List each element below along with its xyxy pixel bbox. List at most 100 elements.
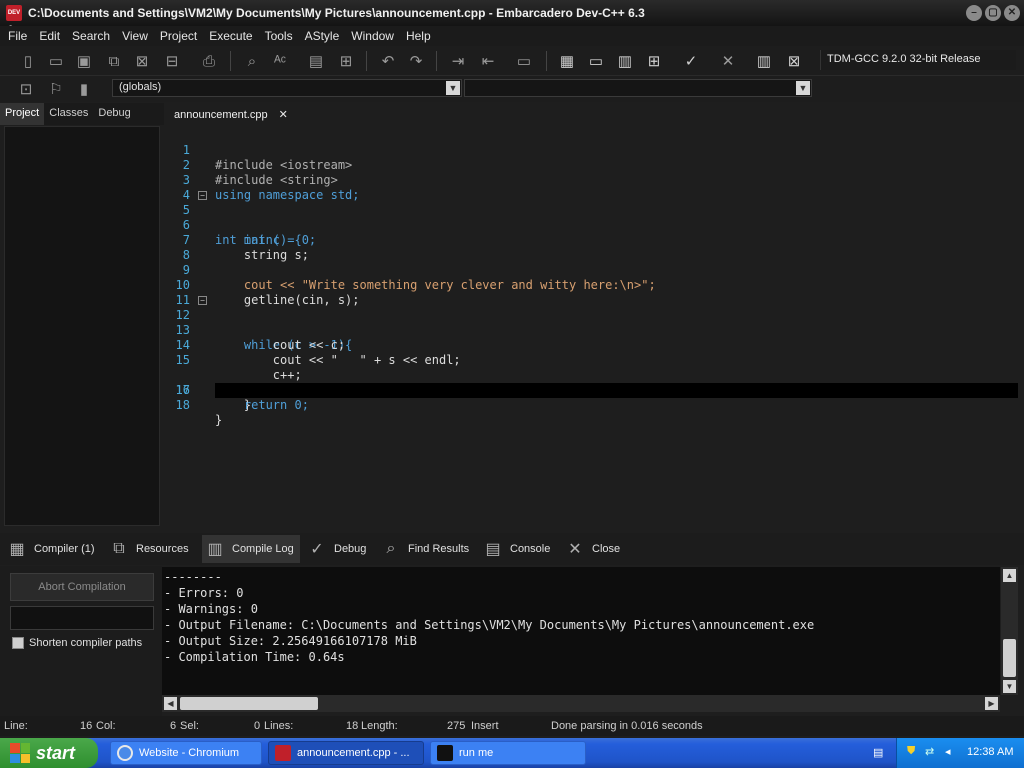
- code-line: 13 cout << c;: [166, 308, 1018, 352]
- close-tab-icon[interactable]: ✕: [279, 108, 288, 121]
- menu-edit[interactable]: Edit: [33, 29, 66, 43]
- redo-icon[interactable]: ↷: [404, 50, 428, 72]
- minimize-button[interactable]: –: [966, 5, 982, 21]
- taskbar-item-run-me[interactable]: run me: [430, 741, 586, 765]
- toggle-bookmark-icon[interactable]: ⊞: [334, 50, 358, 72]
- run-icon[interactable]: ▭: [584, 50, 608, 72]
- tab-debug[interactable]: Debug: [93, 103, 135, 125]
- bookmark-icon[interactable]: ⚐: [44, 78, 68, 100]
- bottom-panel-tabs: ▦ Compiler (1) ⧉ Resources ▥ Compile Log…: [0, 533, 1024, 565]
- status-mode: Insert: [471, 720, 499, 732]
- save-icon[interactable]: ▣: [72, 50, 96, 72]
- code-line: 10 getline(cin, s);: [166, 263, 1018, 307]
- syntax-check-icon[interactable]: ✓: [679, 50, 703, 72]
- status-line-value: 16: [80, 720, 93, 732]
- menu-search[interactable]: Search: [66, 29, 116, 43]
- scroll-thumb[interactable]: [180, 697, 318, 710]
- compile-run-icon[interactable]: ▥: [613, 50, 637, 72]
- print-icon[interactable]: ⎙: [197, 50, 221, 72]
- fold-toggle-icon[interactable]: −: [198, 191, 207, 200]
- comment-icon[interactable]: ▭: [512, 50, 536, 72]
- menu-astyle[interactable]: AStyle: [299, 29, 346, 43]
- delete-profile-icon[interactable]: ⊠: [782, 50, 806, 72]
- tab-debug-bottom[interactable]: ✓ Debug: [304, 535, 372, 563]
- close-file-icon[interactable]: ⊠: [130, 50, 154, 72]
- restore-button[interactable]: ▢: [985, 5, 1001, 21]
- log-line: --------: [164, 570, 222, 584]
- chevron-down-icon[interactable]: ▼: [446, 81, 460, 95]
- scroll-thumb[interactable]: [1003, 639, 1016, 677]
- menu-help[interactable]: Help: [400, 29, 437, 43]
- taskbar-item-chromium[interactable]: Website - Chromium: [110, 741, 262, 765]
- tab-close[interactable]: ✕ Close: [562, 535, 626, 563]
- tab-find-results[interactable]: ⌕ Find Results: [378, 535, 475, 563]
- scope-combo[interactable]: (globals) ▼: [112, 79, 462, 97]
- menu-project[interactable]: Project: [154, 29, 203, 43]
- status-message: Done parsing in 0.016 seconds: [551, 720, 703, 732]
- code-text: }: [215, 413, 223, 427]
- start-button[interactable]: start: [0, 738, 98, 768]
- abort-compilation-button[interactable]: Abort Compilation: [10, 573, 154, 601]
- undo-icon[interactable]: ↶: [376, 50, 400, 72]
- taskbar: start Website - Chromium announcement.cp…: [0, 738, 1024, 768]
- insert-icon[interactable]: ⊡: [14, 78, 38, 100]
- project-tree[interactable]: [4, 126, 160, 526]
- log-vertical-scrollbar[interactable]: ▲ ▼: [1001, 567, 1018, 695]
- clock[interactable]: 12:38 AM: [967, 746, 1013, 758]
- menu-file[interactable]: File: [2, 29, 33, 43]
- menu-window[interactable]: Window: [345, 29, 400, 43]
- tab-announcement-cpp[interactable]: announcement.cpp ✕: [170, 105, 292, 125]
- tab-compile-log[interactable]: ▥ Compile Log: [202, 535, 300, 563]
- save-all-icon[interactable]: ⧉: [102, 50, 126, 72]
- shorten-paths-option[interactable]: Shorten compiler paths: [12, 637, 142, 649]
- compile-icon[interactable]: ▦: [555, 50, 579, 72]
- function-combo[interactable]: ▼: [464, 79, 812, 97]
- scroll-down-icon[interactable]: ▼: [1003, 680, 1016, 693]
- volume-icon[interactable]: ◂: [945, 745, 951, 758]
- window-title: C:\Documents and Settings\VM2\My Documen…: [28, 6, 645, 20]
- menu-execute[interactable]: Execute: [203, 29, 258, 43]
- code-editor[interactable]: 1 #include <iostream> 2 #include <string…: [166, 126, 1018, 526]
- close-button[interactable]: ✕: [1004, 5, 1020, 21]
- status-col-value: 6: [170, 720, 177, 732]
- profile-icon[interactable]: ▥: [752, 50, 776, 72]
- tab-compile-log-label: Compile Log: [232, 543, 294, 555]
- goto-line-icon[interactable]: ▤: [304, 50, 328, 72]
- compile-log[interactable]: -------- - Errors: 0 - Warnings: 0 - Output…: [162, 567, 1000, 695]
- indent-icon[interactable]: ⇥: [446, 50, 470, 72]
- tab-resources[interactable]: ⧉ Resources: [106, 535, 195, 563]
- replace-icon[interactable]: ᴬᶜ: [268, 50, 292, 72]
- scroll-left-icon[interactable]: ◀: [164, 697, 177, 710]
- toolbar-separator: [436, 51, 437, 71]
- open-folder-icon[interactable]: ▭: [44, 50, 68, 72]
- close-all-icon[interactable]: ⊟: [160, 50, 184, 72]
- chevron-down-icon[interactable]: ▼: [796, 81, 810, 95]
- log-horizontal-scrollbar[interactable]: ◀ ▶: [162, 695, 1000, 712]
- tab-compiler[interactable]: ▦ Compiler (1): [4, 535, 101, 563]
- shorten-paths-checkbox[interactable]: [12, 637, 24, 649]
- scroll-right-icon[interactable]: ▶: [985, 697, 998, 710]
- scroll-up-icon[interactable]: ▲: [1003, 569, 1016, 582]
- new-file-icon[interactable]: ▯: [16, 50, 40, 72]
- keyboard-icon[interactable]: ▤: [873, 746, 883, 759]
- taskbar-item-label: run me: [459, 747, 494, 759]
- devcpp-app-icon[interactable]: DEV C++: [6, 5, 22, 32]
- tab-console[interactable]: ▤ Console: [480, 535, 556, 563]
- tab-classes[interactable]: Classes: [44, 103, 93, 125]
- stop-execution-icon[interactable]: ✕: [716, 50, 740, 72]
- menu-view[interactable]: View: [116, 29, 154, 43]
- status-lines-label: Lines:: [264, 720, 294, 732]
- find-icon[interactable]: ⌕: [240, 50, 264, 72]
- menu-tools[interactable]: Tools: [259, 29, 299, 43]
- rebuild-all-icon[interactable]: ⊞: [642, 50, 666, 72]
- tab-project[interactable]: Project: [0, 103, 45, 125]
- security-shield-icon[interactable]: ⛊: [907, 745, 915, 758]
- scope-combo-value: (globals): [119, 81, 162, 93]
- network-icon[interactable]: ⇄: [925, 745, 934, 758]
- left-panel-tabs: Project Classes Debug: [0, 103, 164, 125]
- unindent-icon[interactable]: ⇤: [476, 50, 500, 72]
- taskbar-item-devcpp[interactable]: announcement.cpp - ...: [268, 741, 424, 765]
- fold-toggle-icon[interactable]: −: [198, 296, 207, 305]
- goto-bookmark-icon[interactable]: ▮: [72, 78, 96, 100]
- compiler-select[interactable]: TDM-GCC 9.2.0 32-bit Release: [820, 50, 1016, 70]
